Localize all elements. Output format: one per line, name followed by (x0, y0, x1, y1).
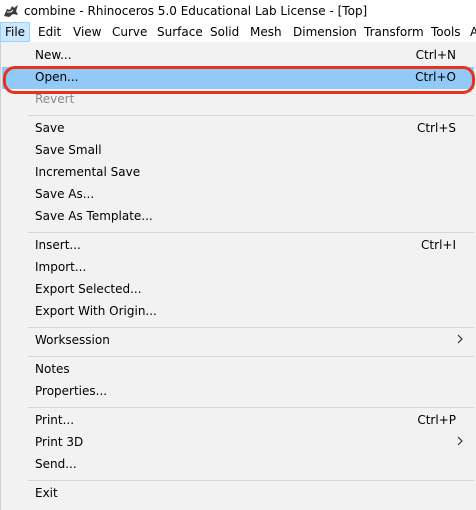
window-title: combine - Rhinoceros 5.0 Educational Lab… (24, 4, 368, 18)
open-label: Open... (35, 70, 79, 84)
menu-item-print[interactable]: Print... Ctrl+P (2, 410, 474, 432)
menu-transform[interactable]: Transform (364, 22, 424, 42)
menu-item-open[interactable]: Open... Ctrl+O (2, 67, 474, 89)
menu-item-export-with-origin[interactable]: Export With Origin... (2, 301, 474, 323)
menu-item-export-selected[interactable]: Export Selected... (2, 279, 474, 301)
incremental-save-label: Incremental Save (35, 165, 141, 179)
menu-a[interactable]: A (470, 22, 476, 42)
export-selected-label: Export Selected... (35, 282, 142, 296)
menu-item-exit[interactable]: Exit (2, 483, 474, 505)
exit-label: Exit (35, 486, 58, 500)
menu-separator (28, 407, 474, 408)
menu-item-save[interactable]: Save Ctrl+S (2, 118, 474, 140)
file-menu-dropdown: New... Ctrl+N Open... Ctrl+O Revert Save… (0, 42, 476, 510)
menu-item-import[interactable]: Import... (2, 257, 474, 279)
menu-item-save-as[interactable]: Save As... (2, 184, 474, 206)
import-label: Import... (35, 260, 87, 274)
rhino-app-icon[interactable] (3, 3, 19, 19)
menu-dimension[interactable]: Dimension (293, 22, 357, 42)
new-label: New... (35, 48, 72, 62)
save-as-template-label: Save As Template... (35, 209, 153, 223)
worksession-label: Worksession (35, 333, 110, 347)
open-shortcut: Ctrl+O (415, 70, 456, 84)
menu-item-notes[interactable]: Notes (2, 359, 474, 381)
menu-view[interactable]: View (73, 22, 101, 42)
send-label: Send... (35, 457, 77, 471)
menu-bar: File Edit View Curve Surface Solid Mesh … (0, 22, 476, 42)
submenu-arrow-icon (457, 334, 463, 344)
menu-item-save-as-template[interactable]: Save As Template... (2, 206, 474, 228)
menu-item-print-3d[interactable]: Print 3D (2, 432, 474, 454)
menu-separator (28, 115, 474, 116)
print-3d-label: Print 3D (35, 435, 84, 449)
menu-curve[interactable]: Curve (112, 22, 147, 42)
export-with-origin-label: Export With Origin... (35, 304, 157, 318)
insert-label: Insert... (35, 238, 81, 252)
insert-shortcut: Ctrl+I (421, 238, 456, 252)
menu-item-worksession[interactable]: Worksession (2, 330, 474, 352)
menu-item-save-small[interactable]: Save Small (2, 140, 474, 162)
submenu-arrow-icon (457, 436, 463, 446)
menu-item-incremental-save[interactable]: Incremental Save (2, 162, 474, 184)
menu-separator (28, 480, 474, 481)
menu-item-new[interactable]: New... Ctrl+N (2, 45, 474, 67)
menu-item-insert[interactable]: Insert... Ctrl+I (2, 235, 474, 257)
menu-item-revert[interactable]: Revert (2, 89, 474, 111)
menu-separator (28, 232, 474, 233)
menu-tools[interactable]: Tools (431, 22, 461, 42)
save-label: Save (35, 121, 65, 135)
menu-item-send[interactable]: Send... (2, 454, 474, 476)
print-shortcut: Ctrl+P (417, 413, 456, 427)
menu-file[interactable]: File (0, 22, 30, 42)
save-shortcut: Ctrl+S (416, 121, 456, 135)
properties-label: Properties... (35, 384, 108, 398)
menu-solid[interactable]: Solid (210, 22, 239, 42)
new-shortcut: Ctrl+N (415, 48, 456, 62)
menu-separator (28, 327, 474, 328)
title-bar: combine - Rhinoceros 5.0 Educational Lab… (0, 0, 476, 22)
save-as-label: Save As... (35, 187, 95, 201)
menu-separator (28, 356, 474, 357)
save-small-label: Save Small (35, 143, 102, 157)
menu-surface[interactable]: Surface (157, 22, 203, 42)
notes-label: Notes (35, 362, 70, 376)
print-label: Print... (35, 413, 75, 427)
menu-item-properties[interactable]: Properties... (2, 381, 474, 403)
menu-mesh[interactable]: Mesh (250, 22, 282, 42)
menu-edit[interactable]: Edit (38, 22, 61, 42)
revert-label: Revert (35, 92, 75, 106)
